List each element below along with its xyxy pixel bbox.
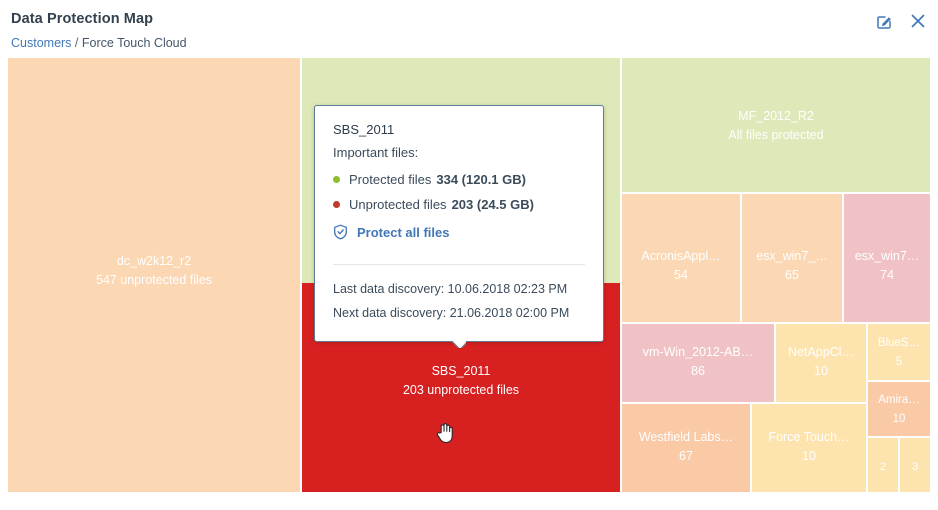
treemap-tile-westfield[interactable]: Westfield Labs… 67	[622, 404, 750, 492]
treemap-tile-force_touch[interactable]: Force Touch… 10	[752, 404, 866, 492]
tile-label: Force Touch… 10	[752, 429, 866, 465]
tile-tooltip: SBS_2011 Important files: Protected file…	[314, 105, 604, 342]
breadcrumb-current: Force Touch Cloud	[82, 36, 187, 50]
tile-name: vm-Win_2012-AB…	[626, 344, 770, 360]
next-data-discovery: Next data discovery: 21.06.2018 02:00 PM	[333, 301, 585, 325]
breadcrumb-separator: /	[75, 36, 78, 50]
tile-value: 65	[746, 266, 838, 284]
tile-label: Amira… 10	[868, 392, 930, 428]
tile-label: AcronisAppl… 54	[622, 248, 740, 284]
tile-name: Westfield Labs…	[626, 429, 746, 445]
tooltip-footer: Last data discovery: 10.06.2018 02:23 PM…	[315, 265, 603, 341]
tooltip-title: SBS_2011	[333, 122, 585, 137]
tile-label: Westfield Labs… 67	[622, 429, 750, 465]
tile-name: NetAppCl…	[780, 344, 862, 360]
page-title: Data Protection Map	[11, 11, 153, 27]
protect-all-files-button[interactable]: Protect all files	[333, 224, 585, 240]
protect-all-files-label: Protect all files	[357, 225, 449, 240]
tile-name: Force Touch…	[756, 429, 862, 445]
tile-value: 74	[848, 266, 926, 284]
unprotected-value: 203 (24.5 GB)	[452, 197, 534, 212]
header-actions	[874, 11, 928, 31]
protected-dot-icon	[333, 176, 340, 183]
tile-value: 67	[626, 447, 746, 465]
tile-value: 54	[626, 266, 736, 284]
tile-name: esx_win7_…	[746, 248, 838, 264]
tile-value: 86	[626, 362, 770, 380]
tile-value: 10	[780, 362, 862, 380]
edit-button[interactable]	[874, 11, 894, 31]
tile-label: 3	[900, 456, 930, 476]
treemap-tile-vm_win_2012[interactable]: vm-Win_2012-AB… 86	[622, 324, 774, 402]
tile-value: 5	[872, 353, 926, 371]
tile-label: 2	[868, 456, 898, 476]
tile-value: 10	[872, 410, 926, 428]
tile-name: esx_win7…	[848, 248, 926, 264]
tile-name: BlueS…	[872, 335, 926, 351]
tile-label: dc_w2k12_r2 547 unprotected files	[8, 253, 300, 289]
tile-name: Amira…	[872, 392, 926, 408]
treemap-tile-tiny_3[interactable]: 3	[900, 438, 930, 492]
tooltip-row-protected: Protected files 334 (120.1 GB)	[333, 172, 585, 187]
tooltip-body: SBS_2011 Important files: Protected file…	[315, 106, 603, 250]
treemap-tile-dc_w2k12_r2[interactable]: dc_w2k12_r2 547 unprotected files	[8, 58, 300, 492]
breadcrumb-link-customers[interactable]: Customers	[11, 36, 71, 50]
unprotected-label: Unprotected files	[349, 197, 447, 212]
unprotected-dot-icon	[333, 201, 340, 208]
tile-label: vm-Win_2012-AB… 86	[622, 344, 774, 380]
tile-value: 2	[872, 458, 894, 476]
treemap-tile-tiny_2[interactable]: 2	[868, 438, 898, 492]
tile-value: 547 unprotected files	[12, 271, 296, 289]
treemap-tile-esx_win7_b[interactable]: esx_win7… 74	[844, 194, 930, 322]
protected-label: Protected files	[349, 172, 431, 187]
tile-label: MF_2012_R2 All files protected	[622, 108, 930, 144]
treemap-tile-netappci[interactable]: NetAppCl… 10	[776, 324, 866, 402]
tile-name: MF_2012_R2	[626, 108, 926, 124]
tile-name: dc_w2k12_r2	[12, 253, 296, 269]
breadcrumb: Customers / Force Touch Cloud	[11, 36, 187, 50]
treemap-tile-esx_win7_a[interactable]: esx_win7_… 65	[742, 194, 842, 322]
treemap-tile-blues[interactable]: BlueS… 5	[868, 324, 930, 380]
tile-name: AcronisAppl…	[626, 248, 736, 264]
treemap-tile-acronisappl[interactable]: AcronisAppl… 54	[622, 194, 740, 322]
data-protection-map-page: Data Protection Map Customers / Force To…	[0, 0, 938, 510]
tooltip-arrow	[452, 341, 466, 348]
close-button[interactable]	[908, 11, 928, 31]
page-header: Data Protection Map Customers / Force To…	[0, 0, 938, 58]
tile-value: All files protected	[626, 126, 926, 144]
tooltip-row-unprotected: Unprotected files 203 (24.5 GB)	[333, 197, 585, 212]
close-icon	[910, 13, 926, 29]
tile-label: esx_win7… 74	[844, 248, 930, 284]
edit-icon	[876, 13, 893, 30]
tile-label: esx_win7_… 65	[742, 248, 842, 284]
tooltip-subtitle: Important files:	[333, 145, 585, 160]
protected-value: 334 (120.1 GB)	[436, 172, 526, 187]
tile-value: 3	[904, 458, 926, 476]
tile-label: BlueS… 5	[868, 335, 930, 371]
shield-check-icon	[333, 224, 348, 240]
last-data-discovery: Last data discovery: 10.06.2018 02:23 PM	[333, 277, 585, 301]
treemap-tile-mf_2012_r2[interactable]: MF_2012_R2 All files protected	[622, 58, 930, 192]
tile-value: 10	[756, 447, 862, 465]
tile-label: NetAppCl… 10	[776, 344, 866, 380]
treemap-tile-amira[interactable]: Amira… 10	[868, 382, 930, 436]
